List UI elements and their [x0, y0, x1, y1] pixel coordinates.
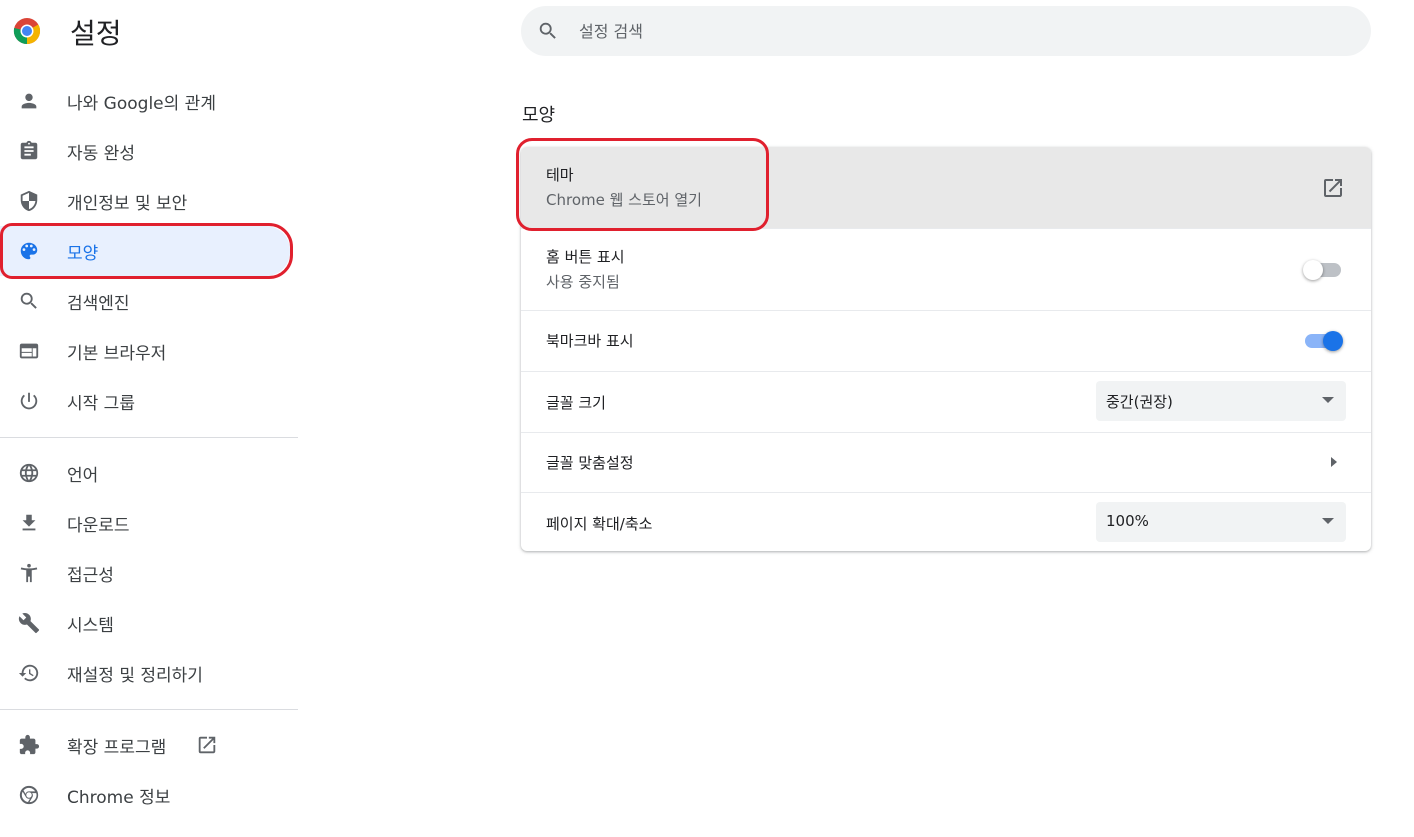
sidebar-divider — [0, 709, 298, 710]
palette-icon — [17, 239, 41, 263]
section-title: 모양 — [522, 105, 556, 126]
sidebar-item-autofill[interactable]: 자동 완성 — [0, 126, 300, 176]
sidebar-item-system[interactable]: 시스템 — [0, 598, 300, 648]
bookmarks-bar-title: 북마크바 표시 — [546, 332, 634, 350]
sidebar-item-label: 검색엔진 — [67, 293, 130, 314]
font-size-title: 글꼴 크기 — [546, 394, 606, 412]
customize-fonts-row[interactable]: 글꼴 맞춤설정 — [521, 432, 1371, 492]
search-input[interactable] — [579, 16, 1339, 46]
chrome-icon — [17, 783, 41, 807]
clipboard-icon — [17, 139, 41, 163]
sidebar-item-label: 기본 브라우저 — [67, 343, 167, 364]
page-zoom-value: 100% — [1106, 512, 1149, 530]
sidebar-item-about-chrome[interactable]: Chrome 정보 — [0, 770, 300, 820]
open-in-new-icon[interactable] — [1321, 176, 1345, 200]
home-button-subtitle: 사용 중지됨 — [546, 273, 620, 291]
sidebar-item-label: 개인정보 및 보안 — [67, 193, 188, 214]
bookmarks-bar-row: 북마크바 표시 — [521, 310, 1371, 371]
sidebar-item-on-startup[interactable]: 시작 그룹 — [0, 376, 300, 426]
home-button-toggle[interactable] — [1303, 260, 1341, 280]
sidebar-item-label: 모양 — [67, 243, 99, 264]
sidebar-item-label: 자동 완성 — [67, 143, 135, 164]
sidebar-item-label: 다운로드 — [67, 515, 130, 536]
home-button-row: 홈 버튼 표시 사용 중지됨 — [521, 228, 1371, 310]
font-size-value: 중간(권장) — [1106, 393, 1173, 411]
bookmarks-bar-toggle[interactable] — [1305, 331, 1343, 351]
font-size-row: 글꼴 크기 중간(권장) — [521, 371, 1371, 432]
settings-page: 설정 나와 Google의 관계 자동 완성 개인정보 및 보안 모양 검색엔진… — [0, 0, 1414, 837]
sidebar-item-extensions[interactable]: 확장 프로그램 — [0, 720, 300, 770]
sidebar-item-label: 나와 Google의 관계 — [67, 93, 216, 114]
sidebar-item-label: 시스템 — [67, 615, 114, 636]
font-size-select[interactable]: 중간(권장) — [1096, 381, 1346, 421]
globe-icon — [17, 461, 41, 485]
sidebar-item-label: 시작 그룹 — [67, 393, 135, 414]
page-title: 설정 — [70, 17, 122, 50]
settings-search-bar[interactable] — [521, 6, 1371, 56]
browser-window-icon — [17, 339, 41, 363]
sidebar-item-downloads[interactable]: 다운로드 — [0, 498, 300, 548]
sidebar-item-label: 재설정 및 정리하기 — [67, 665, 203, 686]
sidebar-item-search-engine[interactable]: 검색엔진 — [0, 276, 300, 326]
shield-icon — [17, 189, 41, 213]
settings-header: 설정 — [0, 0, 300, 64]
theme-title: 테마 — [546, 166, 574, 184]
person-icon — [17, 89, 41, 113]
sidebar-item-reset[interactable]: 재설정 및 정리하기 — [0, 648, 300, 698]
home-button-title: 홈 버튼 표시 — [546, 248, 625, 266]
accessibility-icon — [17, 561, 41, 585]
sidebar-item-default-browser[interactable]: 기본 브라우저 — [0, 326, 300, 376]
power-icon — [17, 389, 41, 413]
sidebar-divider — [0, 437, 298, 438]
download-icon — [17, 511, 41, 535]
sidebar-item-accessibility[interactable]: 접근성 — [0, 548, 300, 598]
customize-fonts-title: 글꼴 맞춤설정 — [546, 454, 634, 472]
dropdown-arrow-icon — [1322, 518, 1334, 524]
theme-subtitle: Chrome 웹 스토어 열기 — [546, 191, 702, 209]
sidebar-item-label: Chrome 정보 — [67, 787, 171, 808]
chevron-right-icon — [1331, 457, 1337, 467]
toggle-knob — [1323, 331, 1343, 351]
sidebar-item-label: 접근성 — [67, 565, 114, 586]
sidebar-item-languages[interactable]: 언어 — [0, 448, 300, 498]
dropdown-arrow-icon — [1322, 397, 1334, 403]
chrome-logo-icon — [13, 17, 41, 45]
open-in-new-icon — [196, 734, 218, 756]
theme-row[interactable]: 테마 Chrome 웹 스토어 열기 — [521, 147, 1371, 228]
page-zoom-select[interactable]: 100% — [1096, 502, 1346, 542]
sidebar-item-privacy-security[interactable]: 개인정보 및 보안 — [0, 176, 300, 226]
appearance-card: 테마 Chrome 웹 스토어 열기 홈 버튼 표시 사용 중지됨 북마크바 표… — [521, 147, 1371, 551]
search-icon — [17, 289, 41, 313]
sidebar-item-google-relationship[interactable]: 나와 Google의 관계 — [0, 76, 300, 126]
page-zoom-row: 페이지 확대/축소 100% — [521, 492, 1371, 551]
wrench-icon — [17, 611, 41, 635]
puzzle-icon — [17, 733, 41, 757]
sidebar: 나와 Google의 관계 자동 완성 개인정보 및 보안 모양 검색엔진 기본… — [0, 76, 300, 820]
sidebar-item-appearance[interactable]: 모양 — [0, 226, 290, 276]
toggle-knob — [1303, 260, 1323, 280]
history-icon — [17, 661, 41, 685]
sidebar-item-label: 언어 — [67, 465, 99, 486]
sidebar-item-label: 확장 프로그램 — [67, 737, 167, 758]
search-icon — [537, 20, 559, 42]
page-zoom-title: 페이지 확대/축소 — [546, 515, 653, 533]
